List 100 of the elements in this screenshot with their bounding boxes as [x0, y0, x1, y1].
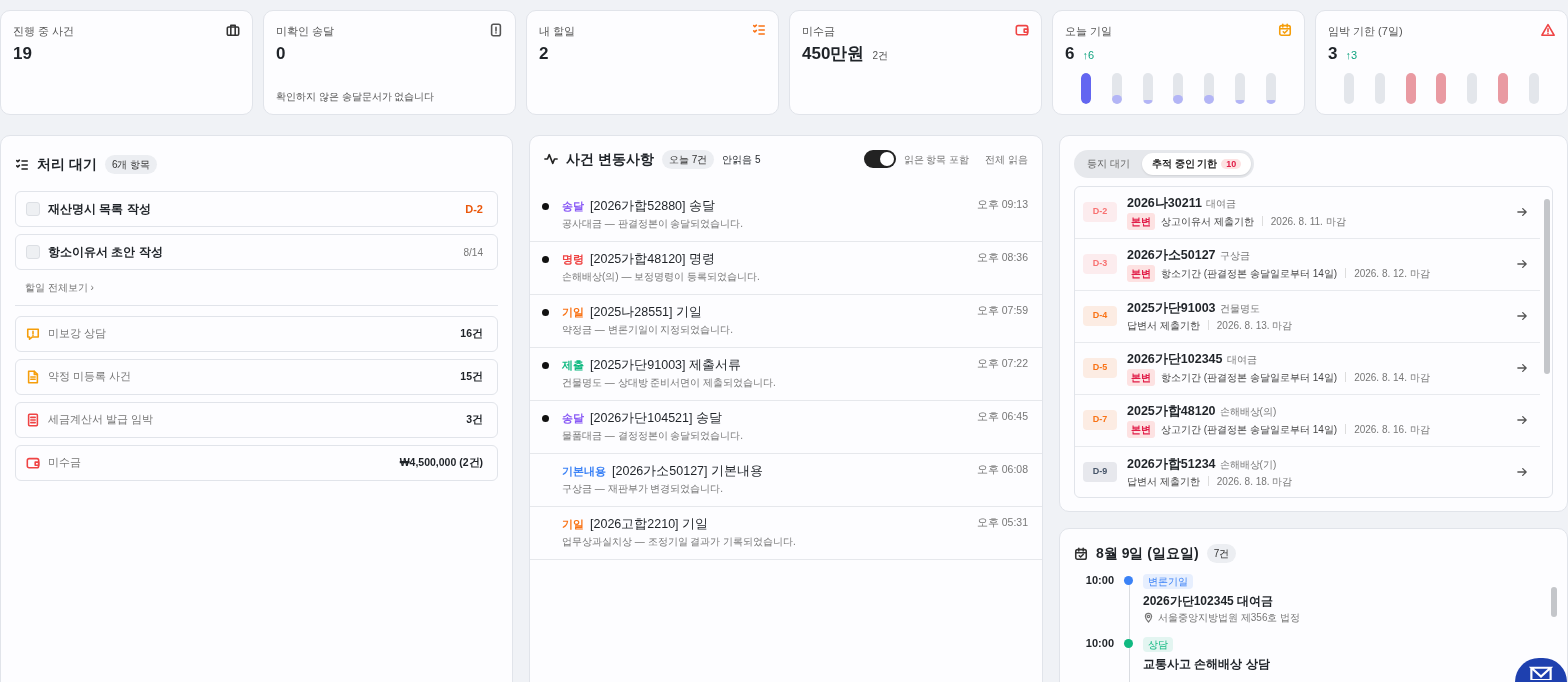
deadline-item[interactable]: D-4 2025가단91003 건물명도 답변서 제출기한 2026. 8. 13. 마감 [1075, 290, 1540, 343]
today-count: 오늘 7건 [661, 149, 715, 169]
stat-value: 19 [13, 43, 32, 64]
deadline-date: 2026. 8. 16. 마감 [1354, 422, 1430, 437]
stat-label: 진행 중 사건 [13, 24, 75, 39]
event-location: 서울중앙지방법원 제356호 법정 [1158, 611, 1301, 625]
arrow-right-icon [1516, 206, 1528, 218]
deadline-item[interactable]: D-2 2026나30211 대여금 본변 상고이유서 제출기한 2026. 8. 11. 마감 [1075, 186, 1540, 239]
event-time: 오후 08:36 [976, 250, 1028, 265]
summary-item[interactable]: 세금계산서 발급 임박 3건 [15, 402, 498, 438]
arrow-right-icon [1516, 310, 1528, 322]
deadline-item[interactable]: D-7 2025가합48120 손해배상(의) 본변 상고기간 (판결정본 송달일로부터 14일) 2026. 8. 16. 마감 [1075, 394, 1540, 447]
event-title: [2026가합52880] 송달 [590, 198, 715, 215]
case-type: 손해배상(의) [1219, 405, 1277, 420]
summary-value: ₩4,500,000 (2건) [399, 455, 483, 471]
event-title: [2026가소50127] 기본내용 [612, 463, 763, 480]
stat-label: 내 할일 [539, 24, 576, 39]
event-tag: 기일 [562, 304, 584, 321]
event-description: 업무상과실치상 — 조정기일 결과가 기록되었습니다. [562, 534, 797, 549]
case-number: 2026가단102345 [1127, 351, 1223, 369]
stat-delta: ↑3 [1345, 47, 1358, 63]
deadline-task: 항소기간 (판결정본 송달일로부터 14일) [1161, 370, 1338, 385]
view-all-link[interactable]: 할일 전체보기 › [25, 280, 94, 295]
event-description: 물품대금 — 결정정본이 송달되었습니다. [562, 428, 745, 443]
deadline-task: 상고기간 (판결정본 송달일로부터 14일) [1161, 422, 1338, 437]
feed-item[interactable]: 기일 [2025나28551] 기일 약정금 — 변론기일이 지정되었습니다. 오후 07:59 [530, 295, 1042, 348]
panel-title: 사건 변동사항 [566, 149, 654, 169]
stat-label: 오늘 기일 [1065, 24, 1113, 39]
summary-item[interactable]: 약정 미등록 사건 15건 [15, 359, 498, 395]
event-time: 오후 07:22 [976, 356, 1028, 371]
stat-label: 미확인 송달 [276, 24, 335, 39]
feed-item[interactable]: 송달 [2026가합52880] 송달 공사대금 — 판결정본이 송달되었습니다. 오후 09:13 [530, 189, 1042, 242]
event-time: 10:00 [1084, 573, 1114, 588]
location-pin-icon [1143, 612, 1154, 623]
event-title: [2026가단104521] 송달 [590, 410, 722, 427]
deadline-date: 2026. 8. 13. 마감 [1216, 318, 1293, 333]
arrow-right-icon [1516, 414, 1528, 426]
summary-item[interactable]: 미수금 ₩4,500,000 (2건) [15, 445, 498, 481]
feed-item[interactable]: 기일 [2026고합2210] 기일 업무상과실치상 — 조정기일 결과가 기록되었습니다. 오후 05:31 [530, 507, 1042, 560]
case-number: 2025가합48120 [1127, 403, 1216, 421]
event-title: [2025가단91003] 제출서류 [590, 357, 741, 374]
schedule-date: 8월 9일 (일요일) [1096, 544, 1199, 563]
event-time: 오후 09:13 [976, 197, 1028, 212]
event-title: [2025가합48120] 명령 [590, 251, 715, 268]
case-number: 2025가단91003 [1127, 300, 1216, 318]
d-day-badge: D-7 [1083, 410, 1117, 430]
event-tag: 기일 [562, 516, 584, 533]
event-tag: 제출 [562, 357, 584, 374]
event-time: 10:00 [1084, 636, 1114, 651]
stat-value: 3 [1328, 43, 1338, 64]
stat-value: 2 [539, 43, 549, 64]
deadline-item[interactable]: D-5 2026가단102345 대여금 본변 항소기간 (판결정본 송달일로부터 14일) 2026. 8. 14. 마감 [1075, 342, 1540, 395]
summary-label: 미보강 상담 [48, 326, 107, 342]
todo-item[interactable]: 항소이유서 초안 작성 8/14 [15, 234, 498, 270]
mark-all-read-link[interactable]: 전체 읽음 [985, 151, 1028, 167]
summary-value: 3건 [466, 412, 483, 428]
event-description: 구상금 — 재판부가 변경되었습니다. [562, 481, 725, 496]
party-tag: 본변 [1127, 264, 1155, 282]
deadline-date: 2026. 8. 18. 마감 [1216, 474, 1293, 489]
case-number: 2026가소50127 [1127, 247, 1216, 265]
unread-count: 안읽음 5 [722, 152, 761, 167]
d-day-badge: D-2 [1083, 202, 1117, 222]
event-tag: 상담 [1143, 637, 1173, 652]
checkbox[interactable] [26, 245, 40, 259]
case-type: 손해배상(기) [1219, 458, 1277, 473]
feed-item[interactable]: 제출 [2025가단91003] 제출서류 건물명도 — 상대방 준비서면이 제출되었습니다. 오후 07:22 [530, 348, 1042, 401]
feed-item[interactable]: 명령 [2025가합48120] 명령 손해배상(의) — 보정명령이 등록되었습니다. 오후 08:36 [530, 242, 1042, 295]
event-description: 약정금 — 변론기일이 지정되었습니다. [562, 322, 735, 337]
case-type: 건물명도 [1219, 302, 1260, 317]
summary-label: 미수금 [48, 455, 82, 471]
summary-item[interactable]: 미보강 상담 16건 [15, 316, 498, 352]
toggle-switch[interactable] [863, 150, 896, 168]
event-time: 오후 06:45 [976, 409, 1028, 424]
event-title: 2026가단102345 대여금 [1143, 593, 1275, 610]
d-day-badge: D-5 [1083, 358, 1117, 378]
tab[interactable]: 등지 대기 [1077, 153, 1140, 175]
stat-label: 미수금 [802, 24, 835, 39]
case-type: 대여금 [1226, 353, 1257, 368]
checkbox[interactable] [26, 202, 40, 216]
deadline-item[interactable]: D-9 2026가합51234 손해배상(기) 답변서 제출기한 2026. 8. 18. 마감 [1075, 446, 1540, 497]
d-day-badge: D-3 [1083, 254, 1117, 274]
toggle-label: 읽은 항목 포함 [903, 152, 970, 167]
deadline-item[interactable]: D-3 2026가소50127 구상금 본변 항소기간 (판결정본 송달일로부터 14일) 2026. 8. 12. 마감 [1075, 238, 1540, 291]
todo-title: 재산명시 목록 작성 [48, 201, 152, 218]
party-tag: 본변 [1127, 420, 1155, 438]
case-number: 2026나30211 [1127, 195, 1202, 213]
party-tag: 본변 [1127, 368, 1155, 386]
stat-delta: ↑6 [1082, 47, 1095, 63]
event-title: 교통사고 손해배상 상담 [1143, 656, 1270, 673]
deadline-task: 항소기간 (판결정본 송달일로부터 14일) [1161, 266, 1338, 281]
event-time: 오후 05:31 [976, 515, 1028, 530]
stat-label: 임박 기한 (7일) [1328, 24, 1403, 39]
todo-item[interactable]: 재산명시 목록 작성 D-2 [15, 191, 498, 227]
arrow-right-icon [1516, 258, 1528, 270]
tab[interactable]: 추적 중인 기한 10 [1141, 153, 1252, 175]
party-tag: 본변 [1127, 212, 1155, 230]
feed-item[interactable]: 송달 [2026가단104521] 송달 물품대금 — 결정정본이 송달되었습니다. 오후 06:45 [530, 401, 1042, 454]
event-title: [2025나28551] 기일 [590, 304, 702, 321]
case-type: 구상금 [1219, 249, 1250, 264]
feed-item[interactable]: 기본내용 [2026가소50127] 기본내용 구상금 — 재판부가 변경되었습니다. 오후 06:08 [530, 454, 1042, 507]
